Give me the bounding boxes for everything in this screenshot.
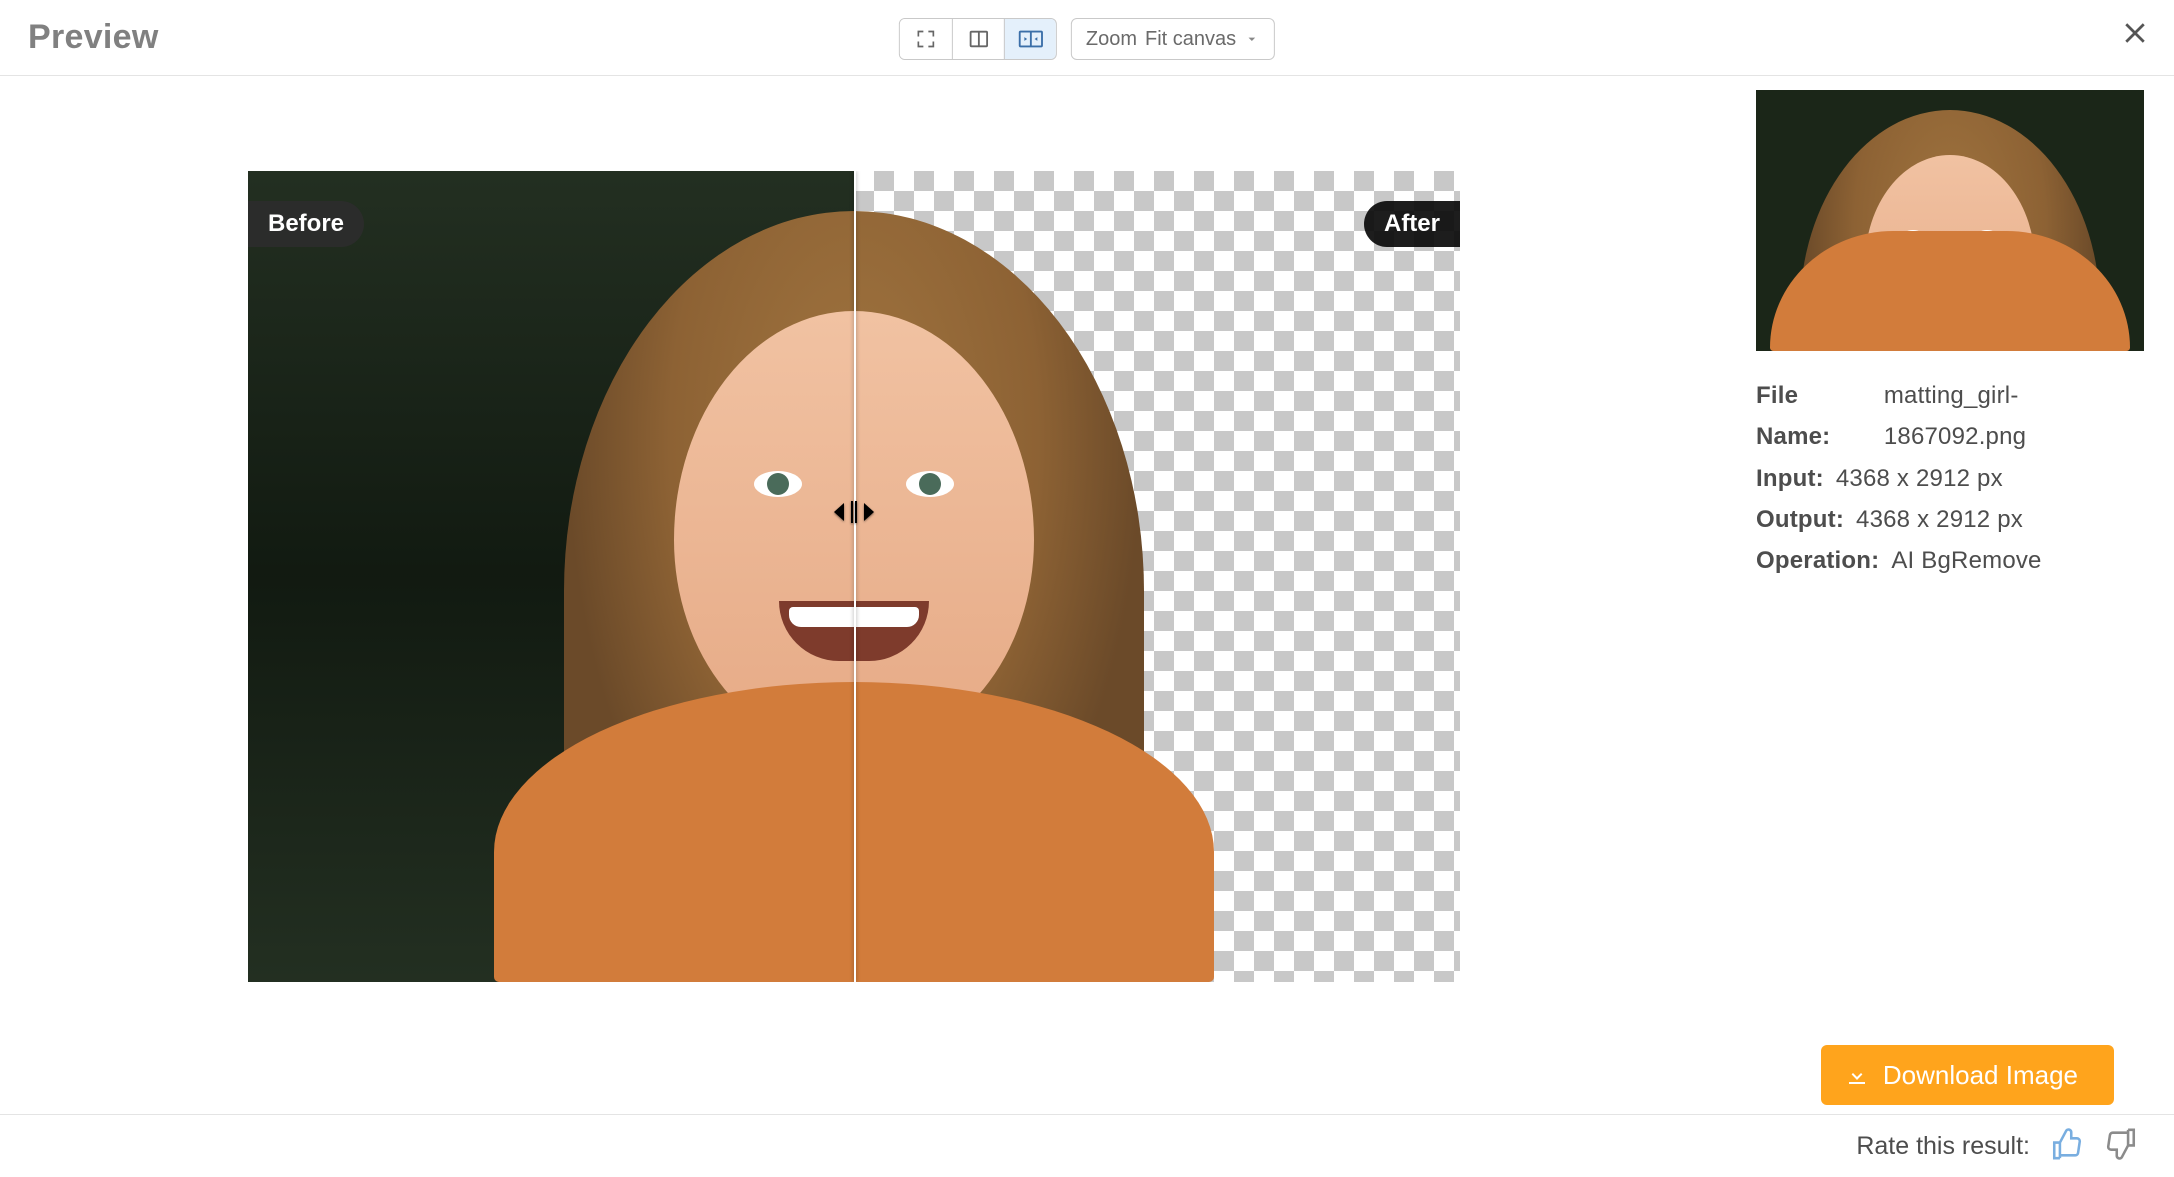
zoom-label: Zoom [1086,28,1137,51]
chevron-down-icon [1244,31,1260,47]
page-title: Preview [28,18,159,57]
view-toolbar: Zoom Fit canvas [899,18,1275,60]
file-name-label: File Name: [1756,375,1872,458]
before-label: Before [248,201,364,247]
after-label: After [1364,201,1460,247]
after-pane [854,171,1460,982]
thumbs-down-button[interactable] [2104,1127,2138,1166]
close-button[interactable] [2120,18,2150,53]
operation-value: AI BgRemove [1891,540,2041,581]
file-name-value: matting_girl-1867092.png [1884,375,2144,458]
zoom-value: Fit canvas [1145,28,1236,51]
view-split-button[interactable] [952,19,1004,59]
thumbs-up-icon [2050,1127,2084,1161]
thumbs-up-button[interactable] [2050,1127,2084,1166]
sidebar: File Name: matting_girl-1867092.png Inpu… [1738,76,2174,1114]
before-pane [248,171,854,982]
thumbnail[interactable] [1756,90,2144,351]
compare-divider[interactable] [854,171,856,982]
canvas-area: Before After [0,76,1738,1114]
download-label: Download Image [1883,1060,2078,1090]
zoom-dropdown[interactable]: Zoom Fit canvas [1071,18,1275,60]
thumbs-down-icon [2104,1127,2138,1161]
expand-icon [916,29,936,49]
body: Before After File Name: matting_girl-186… [0,76,2174,1114]
operation-label: Operation: [1756,540,1879,581]
view-fullscreen-button[interactable] [900,19,952,59]
download-wrap: Download Image [1821,1045,2114,1105]
metadata: File Name: matting_girl-1867092.png Inpu… [1756,375,2144,581]
download-button[interactable]: Download Image [1821,1045,2114,1105]
view-compare-button[interactable] [1004,19,1056,59]
close-icon [2120,18,2150,48]
compare-canvas[interactable]: Before After [248,171,1460,982]
footer: Rate this result: [0,1114,2174,1177]
view-mode-segment [899,18,1057,60]
rate-label: Rate this result: [1856,1132,2030,1161]
compare-icon [1017,28,1043,50]
download-icon [1845,1063,1869,1087]
output-value: 4368 x 2912 px [1856,499,2023,540]
preview-dialog: Preview Zoom Fit canvas [0,0,2174,1177]
output-label: Output: [1756,499,1844,540]
compare-handle[interactable] [833,501,875,523]
input-value: 4368 x 2912 px [1836,458,2003,499]
input-label: Input: [1756,458,1824,499]
split-icon [967,28,989,50]
header: Preview Zoom Fit canvas [0,0,2174,76]
